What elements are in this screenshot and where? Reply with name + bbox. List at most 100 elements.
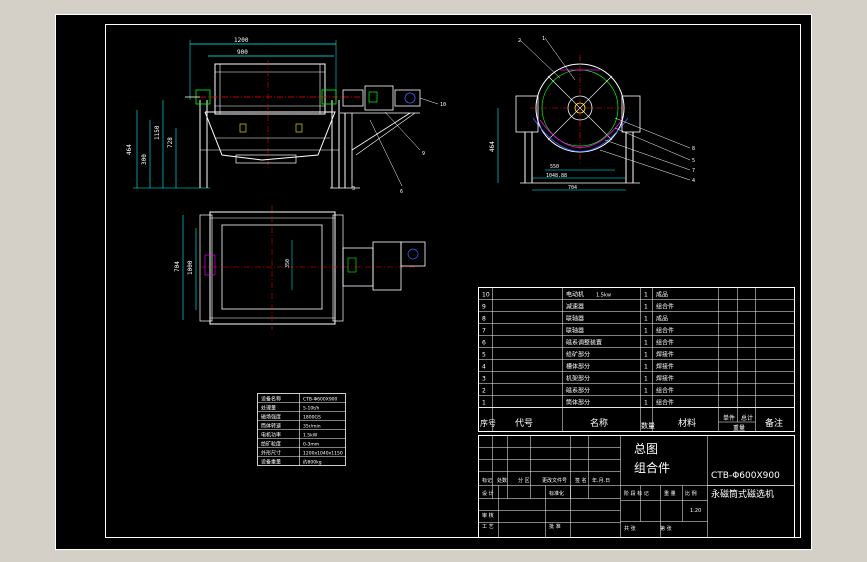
- drawing-code: CTB-Φ600X900: [711, 471, 780, 481]
- spec-label: 设备名称: [261, 396, 281, 403]
- bom-row-name: 磁系部分: [566, 387, 590, 395]
- bom-header-label: 数量: [641, 421, 655, 430]
- bom-row-material: 焊接件: [656, 375, 674, 383]
- spec-value: 1800GS: [303, 415, 321, 421]
- tb-label-total-sheets: 共 张: [624, 525, 636, 532]
- tb-label-zone: 分 区: [518, 477, 530, 484]
- balloon-6: 6: [400, 189, 403, 195]
- bom-row-no: 6: [482, 340, 486, 347]
- balloon-2: 2: [518, 38, 521, 44]
- balloon-1: 1: [542, 36, 545, 42]
- tb-label-approve: 批 准: [549, 523, 561, 530]
- bom-row-material: 组合件: [656, 399, 674, 407]
- bom-header-label: 序号: [480, 418, 496, 428]
- bom-header-label: 备注: [765, 417, 783, 429]
- spec-value: 约800kg: [303, 459, 322, 466]
- bom-row-qty: 1: [644, 316, 648, 323]
- bom-row-no: 9: [482, 304, 486, 311]
- cad-viewport[interactable]: 1200 900 464 300 1150 728 3 6 9 10 464 5…: [0, 0, 867, 562]
- dim-464b: 464: [489, 141, 496, 152]
- bom-row-material: 焊接件: [656, 363, 674, 371]
- spec-value: 35r/min: [303, 424, 321, 430]
- spec-label: 电机功率: [261, 432, 281, 439]
- spec-label: 处理量: [261, 405, 276, 412]
- bom-row-material: 组合件: [656, 339, 674, 347]
- dim-width-drum: 900: [237, 49, 248, 56]
- bom-header-label: 总计: [741, 414, 753, 422]
- bom-row-name: 电动机: [566, 291, 584, 299]
- dim-704: 704: [568, 185, 577, 191]
- bom-row-material: 组合件: [656, 327, 674, 335]
- bom-row-no: 5: [482, 352, 486, 359]
- dim-height-total: 1150: [154, 125, 161, 140]
- dim-704b: 704: [174, 261, 181, 272]
- tb-label-weight: 重 量: [664, 490, 676, 497]
- bom-header-label: 材料: [678, 417, 696, 429]
- tb-label-date: 年.月.日: [592, 477, 610, 484]
- balloon-4: 4: [692, 178, 695, 184]
- bom-row-no: 8: [482, 316, 486, 323]
- bom-row-name: 磁系调整装置: [566, 339, 602, 347]
- tb-label-craft: 工 艺: [482, 524, 494, 530]
- bom-row-qty: 1: [644, 352, 648, 359]
- tb-label-sheet-no: 第 张: [660, 525, 672, 532]
- bom-row-qty: 1: [644, 400, 648, 407]
- tb-label-standard: 标准化: [549, 490, 564, 497]
- dim-464: 464: [126, 144, 133, 155]
- spec-value: 1.5kW: [303, 433, 318, 439]
- bom-row-name: 联轴器: [566, 315, 584, 323]
- spec-label: 筒体转速: [261, 423, 281, 430]
- tb-label-design: 设 计: [482, 490, 494, 497]
- bom-row-material: 焊接件: [656, 351, 674, 359]
- balloon-3: 3: [352, 186, 355, 192]
- tb-label-sign: 签 名: [575, 477, 587, 484]
- drawing-name: 永磁筒式磁选机: [711, 488, 774, 500]
- bom-header-label: 名称: [590, 417, 608, 429]
- bom-row-no: 10: [482, 292, 490, 299]
- sheet-border: [55, 14, 812, 550]
- dim-300: 300: [141, 154, 148, 165]
- bom-row-spec: 1.5kw: [596, 293, 611, 299]
- title-sub: 组合件: [634, 460, 670, 475]
- bom-row-name: 联轴器: [566, 327, 584, 335]
- dim-width-total: 1200: [234, 37, 249, 44]
- bom-row-no: 2: [482, 388, 486, 395]
- title-main: 总图: [634, 442, 658, 456]
- tb-label-change: 更改文件号: [542, 477, 567, 484]
- bom-row-qty: 1: [644, 340, 648, 347]
- bom-header-label: 单件: [723, 414, 735, 422]
- bom-row-qty: 1: [644, 328, 648, 335]
- tb-label-count: 处数: [497, 477, 507, 484]
- bom-row-qty: 1: [644, 364, 648, 371]
- balloon-8: 8: [692, 146, 695, 152]
- balloon-5: 5: [692, 158, 695, 164]
- bom-row-material: 成品: [656, 291, 668, 299]
- tb-label-audit: 审 核: [482, 512, 494, 519]
- bom-row-no: 7: [482, 328, 486, 335]
- drawing-sheet: 1200 900 464 300 1150 728 3 6 9 10 464 5…: [55, 14, 812, 550]
- bom-row-material: 成品: [656, 315, 668, 323]
- spec-value: 1200x1040x1150: [303, 451, 343, 457]
- bom-header-label: 代号: [515, 418, 533, 429]
- dim-1048: 1048.88: [546, 173, 567, 179]
- spec-value: 0-3mm: [303, 442, 319, 448]
- bom-row-name: 给矿部分: [566, 351, 590, 359]
- bom-row-name: 筒体部分: [566, 399, 590, 407]
- bom-row-no: 3: [482, 376, 486, 383]
- dim-350: 350: [285, 259, 291, 268]
- bom-row-name: 槽体部分: [566, 363, 590, 371]
- spec-label: 设备重量: [261, 459, 281, 466]
- balloon-7: 7: [692, 168, 695, 174]
- cad-drawing: 1200 900 464 300 1150 728 3 6 9 10 464 5…: [55, 14, 812, 550]
- bom-row-qty: 1: [644, 292, 648, 299]
- bom-row-qty: 1: [644, 304, 648, 311]
- dim-550: 550: [550, 164, 559, 170]
- dim-1000: 1000: [187, 260, 194, 275]
- spec-label: 磁场强度: [261, 414, 281, 421]
- spec-value: CTB-Φ600X900: [303, 397, 338, 403]
- bom-row-material: 组合件: [656, 303, 674, 311]
- bom-row-no: 4: [482, 364, 486, 371]
- bom-row-no: 1: [482, 400, 486, 407]
- bom-row-name: 减速器: [566, 303, 584, 311]
- bom-row-name: 机架部分: [566, 375, 590, 383]
